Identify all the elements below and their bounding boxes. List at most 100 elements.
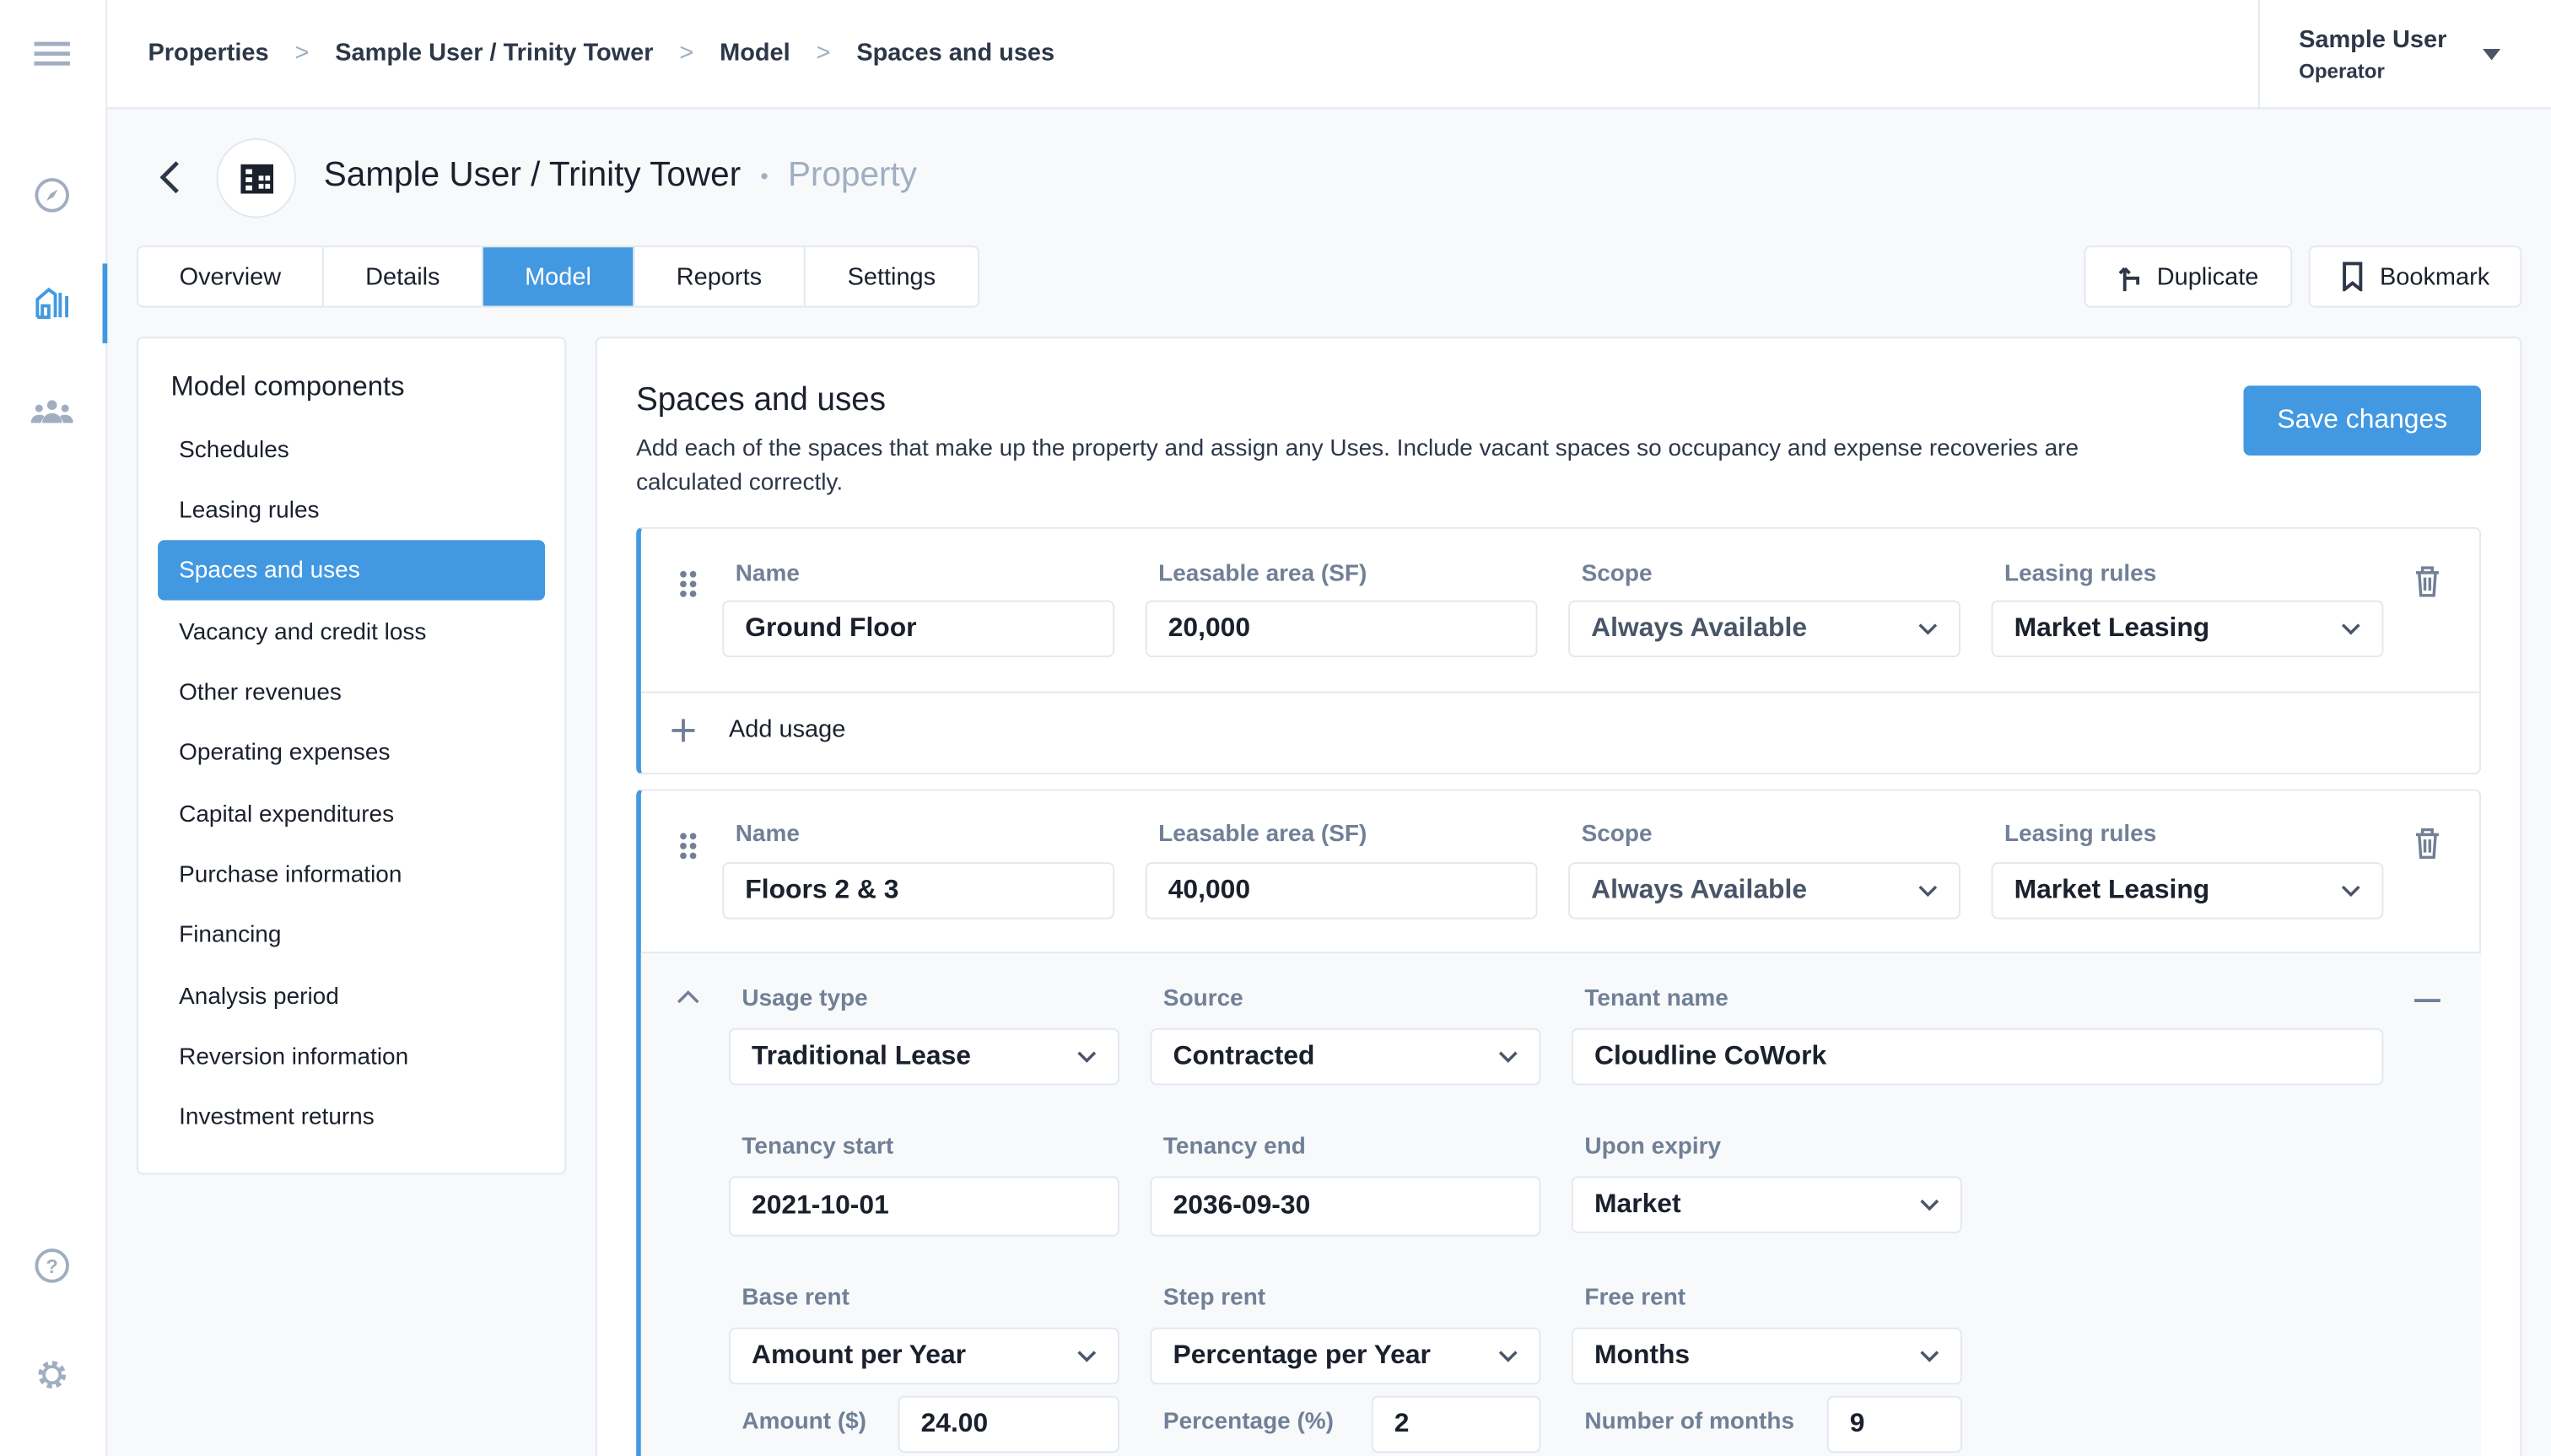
user-menu[interactable]: Sample User Operator (2257, 0, 2551, 110)
usage-section: Usage type Source Tenant name Traditiona… (640, 952, 2482, 1456)
free-rent-select[interactable]: Months (1571, 1327, 1962, 1385)
tenancy-start-input[interactable]: 2021-10-01 (728, 1176, 1119, 1237)
tab-reports[interactable]: Reports (634, 247, 806, 306)
sidebar-item-vacancy[interactable]: Vacancy and credit loss (158, 602, 545, 662)
tenancy-end-input[interactable]: 2036-09-30 (1150, 1176, 1541, 1237)
remove-usage-icon[interactable] (2413, 999, 2440, 1002)
sidebar-item-analysis-period[interactable]: Analysis period (158, 967, 545, 1027)
sidebar-item-purchase[interactable]: Purchase information (158, 844, 545, 904)
step-rent-label: Step rent (1162, 1285, 1266, 1312)
sidebar-item-reversion[interactable]: Reversion information (158, 1027, 545, 1087)
amount-input[interactable]: 24.00 (898, 1395, 1119, 1453)
sidebar-item-other-revenues[interactable]: Other revenues (158, 662, 545, 722)
sidebar-item-operating-expenses[interactable]: Operating expenses (158, 722, 545, 782)
breadcrumb-property[interactable]: Sample User / Trinity Tower (335, 39, 653, 67)
sidebar-item-leasing-rules[interactable]: Leasing rules (158, 480, 545, 540)
building-icon[interactable] (31, 282, 73, 324)
percentage-input[interactable]: 2 (1371, 1395, 1541, 1453)
bookmark-button[interactable]: Bookmark (2308, 245, 2522, 308)
duplicate-button[interactable]: Duplicate (2084, 245, 2293, 308)
drag-handle-icon[interactable] (678, 831, 698, 860)
base-rent-label: Base rent (742, 1285, 849, 1312)
chevron-up-icon[interactable] (677, 990, 699, 1006)
usage-type-label: Usage type (742, 985, 868, 1012)
tab-details[interactable]: Details (324, 247, 483, 306)
area-input[interactable]: 20,000 (1145, 600, 1538, 658)
leasing-rules-select[interactable]: Market Leasing (1991, 600, 2384, 658)
trash-icon[interactable] (2414, 566, 2440, 597)
leasing-value: Market Leasing (2014, 875, 2210, 905)
leasing-rules-select[interactable]: Market Leasing (1991, 862, 2384, 919)
sidebar-item-financing[interactable]: Financing (158, 904, 545, 964)
base-rent-select[interactable]: Amount per Year (728, 1327, 1119, 1385)
drag-handle-icon[interactable] (678, 569, 698, 599)
compass-icon[interactable] (31, 174, 73, 216)
area-value: 20,000 (1168, 613, 1251, 643)
upon-expiry-select[interactable]: Market (1571, 1176, 1962, 1233)
duplicate-label: Duplicate (2156, 262, 2259, 291)
name-label: Name (735, 821, 800, 848)
trash-icon[interactable] (2414, 828, 2440, 860)
breadcrumb-model[interactable]: Model (720, 39, 790, 67)
model-components-panel: Model components Schedules Leasing rules… (136, 337, 567, 1175)
nav-rail: ? (0, 0, 108, 1456)
area-value: 40,000 (1168, 875, 1251, 905)
usage-type-select[interactable]: Traditional Lease (728, 1027, 1119, 1086)
user-role: Operator (2299, 60, 2385, 84)
percentage-label: Percentage (%) (1162, 1409, 1334, 1435)
chevron-right-icon: > (294, 39, 310, 67)
add-usage-button[interactable]: Add usage (671, 716, 845, 743)
step-rent-select[interactable]: Percentage per Year (1150, 1327, 1541, 1385)
tab-model[interactable]: Model (483, 247, 635, 306)
breadcrumb: Properties > Sample User / Trinity Tower >… (148, 39, 1054, 67)
plus-icon (671, 718, 695, 741)
save-changes-button[interactable]: Save changes (2243, 386, 2482, 456)
amount-value: 24.00 (920, 1409, 989, 1438)
tenant-name-input[interactable]: Cloudline CoWork (1571, 1027, 2384, 1086)
sidebar-item-investment-returns[interactable]: Investment returns (158, 1087, 545, 1146)
page-title: Sample User / Trinity Tower (323, 156, 742, 194)
upon-expiry-value: Market (1594, 1189, 1681, 1219)
chevron-right-icon: > (816, 39, 831, 67)
space-name-value: Floors 2 & 3 (745, 875, 899, 905)
sidebar-item-spaces-and-uses[interactable]: Spaces and uses (158, 540, 546, 601)
space-card: Name Leasable area (SF) Scope Leasing ru… (636, 526, 2482, 774)
menu-icon[interactable] (31, 33, 73, 75)
page-subtitle: Property (787, 156, 918, 194)
source-select[interactable]: Contracted (1150, 1027, 1541, 1086)
breadcrumb-properties[interactable]: Properties (148, 39, 268, 67)
tenancy-end-label: Tenancy end (1162, 1134, 1306, 1161)
tab-settings[interactable]: Settings (806, 247, 978, 305)
chevron-down-icon (2341, 623, 2360, 635)
back-arrow-icon[interactable] (156, 159, 182, 195)
months-label: Number of months (1584, 1409, 1795, 1435)
help-icon[interactable]: ? (31, 1244, 73, 1286)
sidebar-item-schedules[interactable]: Schedules (158, 420, 545, 480)
area-input[interactable]: 40,000 (1145, 862, 1538, 919)
gear-icon[interactable] (31, 1354, 73, 1396)
breadcrumb-current: Spaces and uses (856, 39, 1055, 67)
step-rent-value: Percentage per Year (1173, 1340, 1431, 1370)
scope-select[interactable]: Always Available (1568, 862, 1960, 919)
chevron-down-icon (1077, 1051, 1097, 1063)
chevron-down-icon (2341, 885, 2360, 898)
top-bar: Properties > Sample User / Trinity Tower >… (107, 0, 2551, 110)
people-icon[interactable] (30, 391, 73, 433)
chevron-down-icon (1920, 1351, 1939, 1362)
space-name-input[interactable]: Floors 2 & 3 (722, 862, 1115, 919)
tab-overview[interactable]: Overview (138, 247, 324, 306)
space-name-input[interactable]: Ground Floor (722, 600, 1115, 658)
scope-label: Scope (1581, 821, 1653, 848)
source-label: Source (1162, 985, 1243, 1012)
chevron-down-icon (1498, 1351, 1518, 1362)
usage-type-value: Traditional Lease (751, 1041, 971, 1070)
space-card: Name Leasable area (SF) Scope Leasing ru… (636, 789, 2482, 1456)
months-input[interactable]: 9 (1826, 1395, 1962, 1453)
tenancy-end-value: 2036-09-30 (1173, 1190, 1311, 1221)
duplicate-icon (2118, 267, 2139, 292)
leasing-label: Leasing rules (2004, 821, 2157, 848)
scope-select[interactable]: Always Available (1568, 600, 1960, 658)
scope-value: Always Available (1591, 875, 1808, 905)
sidebar-item-capex[interactable]: Capital expenditures (158, 785, 545, 844)
leasing-label: Leasing rules (2004, 561, 2157, 588)
